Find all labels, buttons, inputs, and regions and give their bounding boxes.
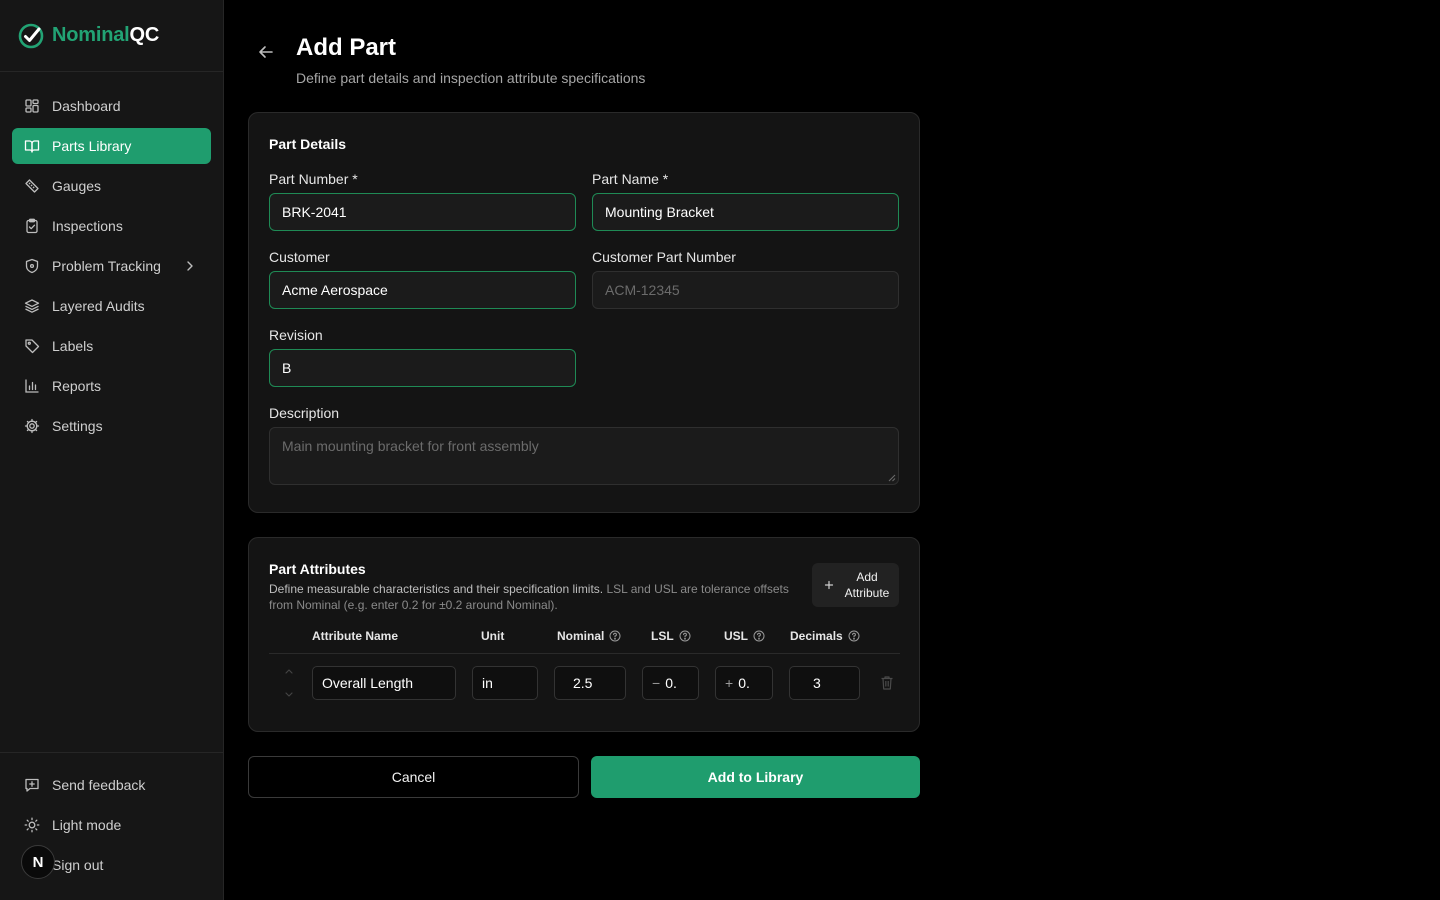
sidebar-item-label: Problem Tracking — [52, 258, 161, 274]
sidebar-item-label: Settings — [52, 418, 103, 434]
reorder-arrows-icon[interactable] — [283, 666, 295, 700]
shield-icon — [25, 258, 39, 274]
add-to-library-button[interactable]: Add to Library — [591, 756, 920, 798]
customer-part-number-label: Customer Part Number — [592, 249, 736, 265]
sidebar-item-label: Reports — [52, 378, 102, 394]
sun-icon — [24, 817, 40, 833]
feedback-icon — [25, 778, 39, 792]
logo-check-icon — [18, 23, 44, 48]
sidebar-item-parts-library[interactable]: Parts Library — [12, 128, 211, 164]
avatar[interactable]: N — [21, 845, 55, 879]
page-title: Add Part — [296, 34, 397, 61]
sidebar-item-label: Labels — [52, 338, 94, 354]
revision-input[interactable]: B — [269, 349, 576, 387]
sidebar-item-settings[interactable]: Settings — [12, 408, 211, 444]
brand[interactable]: NominalQC — [0, 0, 223, 72]
help-circle-icon[interactable] — [753, 630, 765, 642]
sidebar-item-label: Layered Audits — [52, 298, 145, 314]
attribute-lsl-input[interactable]: −0. — [642, 666, 699, 700]
ruler-icon — [25, 179, 39, 193]
part-attributes-description: Define measurable characteristics and th… — [269, 582, 789, 612]
gear-icon — [24, 418, 40, 434]
attribute-nominal-input[interactable]: 2.5 — [554, 666, 626, 700]
customer-input[interactable]: Acme Aerospace — [269, 271, 576, 309]
plus-icon — [824, 580, 834, 590]
sidebar-item-reports[interactable]: Reports — [12, 368, 211, 404]
page-subtitle: Define part details and inspection attri… — [296, 70, 646, 86]
description-placeholder: Main mounting bracket for front assembly — [282, 438, 539, 454]
sidebar-item-problem-tracking[interactable]: Problem Tracking — [12, 248, 211, 284]
description-label: Description — [269, 405, 340, 421]
attribute-usl-input[interactable]: +0. — [715, 666, 773, 700]
column-header-usl: USL — [724, 629, 765, 643]
sidebar-item-dashboard[interactable]: Dashboard — [12, 88, 211, 124]
sidebar-item-inspections[interactable]: Inspections — [12, 208, 211, 244]
chevron-right-icon[interactable] — [183, 259, 197, 273]
customer-label: Customer — [269, 249, 330, 265]
tag-icon — [25, 339, 40, 354]
sidebar-item-label: Inspections — [52, 218, 123, 234]
part-attributes-title: Part Attributes — [269, 561, 366, 577]
table-header-divider — [269, 653, 900, 654]
dashboard-icon — [25, 99, 39, 113]
sidebar-item-label: Dashboard — [52, 98, 121, 114]
part-attributes-card: Part Attributes Define measurable charac… — [248, 537, 920, 732]
sidebar-item-layered-audits[interactable]: Layered Audits — [12, 288, 211, 324]
column-header-lsl: LSL — [651, 629, 691, 643]
layers-icon — [24, 299, 40, 313]
column-header-attribute-name: Attribute Name — [312, 629, 399, 643]
add-attribute-button[interactable]: Add Attribute — [812, 563, 899, 607]
part-details-card: Part Details Part Number * BRK-2041 Part… — [248, 112, 920, 513]
light-mode-toggle[interactable]: Light mode — [12, 807, 211, 843]
sidebar-nav: Dashboard Parts Library Gauges Inspectio… — [12, 88, 211, 448]
column-header-unit: Unit — [481, 629, 505, 643]
attribute-decimals-input[interactable]: 3 — [789, 666, 860, 700]
part-name-input[interactable]: Mounting Bracket — [592, 193, 899, 231]
revision-label: Revision — [269, 327, 323, 343]
description-textarea[interactable]: Main mounting bracket for front assembly — [269, 427, 899, 485]
sidebar-item-label: Send feedback — [52, 777, 146, 793]
minus-sign: − — [652, 675, 661, 691]
sidebar-item-gauges[interactable]: Gauges — [12, 168, 211, 204]
resize-handle-icon[interactable] — [888, 474, 896, 482]
help-circle-icon[interactable] — [679, 630, 691, 642]
part-name-label: Part Name * — [592, 171, 669, 187]
send-feedback-button[interactable]: Send feedback — [12, 767, 211, 803]
sidebar-item-label: Light mode — [52, 817, 122, 833]
brand-name: NominalQC — [52, 24, 160, 46]
bar-chart-icon — [25, 379, 39, 393]
sidebar-item-label: Sign out — [52, 857, 104, 873]
part-details-title: Part Details — [269, 136, 347, 152]
sidebar-item-label: Gauges — [52, 178, 102, 194]
attribute-name-input[interactable]: Overall Length — [312, 666, 456, 700]
main-content: Add Part Define part details and inspect… — [224, 0, 1440, 900]
column-header-decimals: Decimals — [790, 629, 860, 643]
help-circle-icon[interactable] — [848, 630, 860, 642]
sidebar-item-label: Parts Library — [52, 138, 132, 154]
part-number-label: Part Number * — [269, 171, 358, 187]
sidebar-item-labels[interactable]: Labels — [12, 328, 211, 364]
book-icon — [24, 140, 40, 153]
attribute-unit-input[interactable]: in — [472, 666, 538, 700]
column-header-nominal: Nominal — [557, 629, 621, 643]
part-number-input[interactable]: BRK-2041 — [269, 193, 576, 231]
customer-part-number-input[interactable]: ACM-12345 — [592, 271, 899, 309]
help-circle-icon[interactable] — [609, 630, 621, 642]
arrow-left-icon[interactable] — [256, 42, 276, 62]
sidebar: NominalQC Dashboard Parts Library Gauges — [0, 0, 224, 900]
cancel-button[interactable]: Cancel — [248, 756, 579, 798]
add-attribute-label: Add Attribute — [844, 570, 890, 600]
plus-sign: + — [725, 675, 734, 691]
trash-icon[interactable] — [880, 675, 894, 691]
clipboard-check-icon — [26, 218, 38, 234]
